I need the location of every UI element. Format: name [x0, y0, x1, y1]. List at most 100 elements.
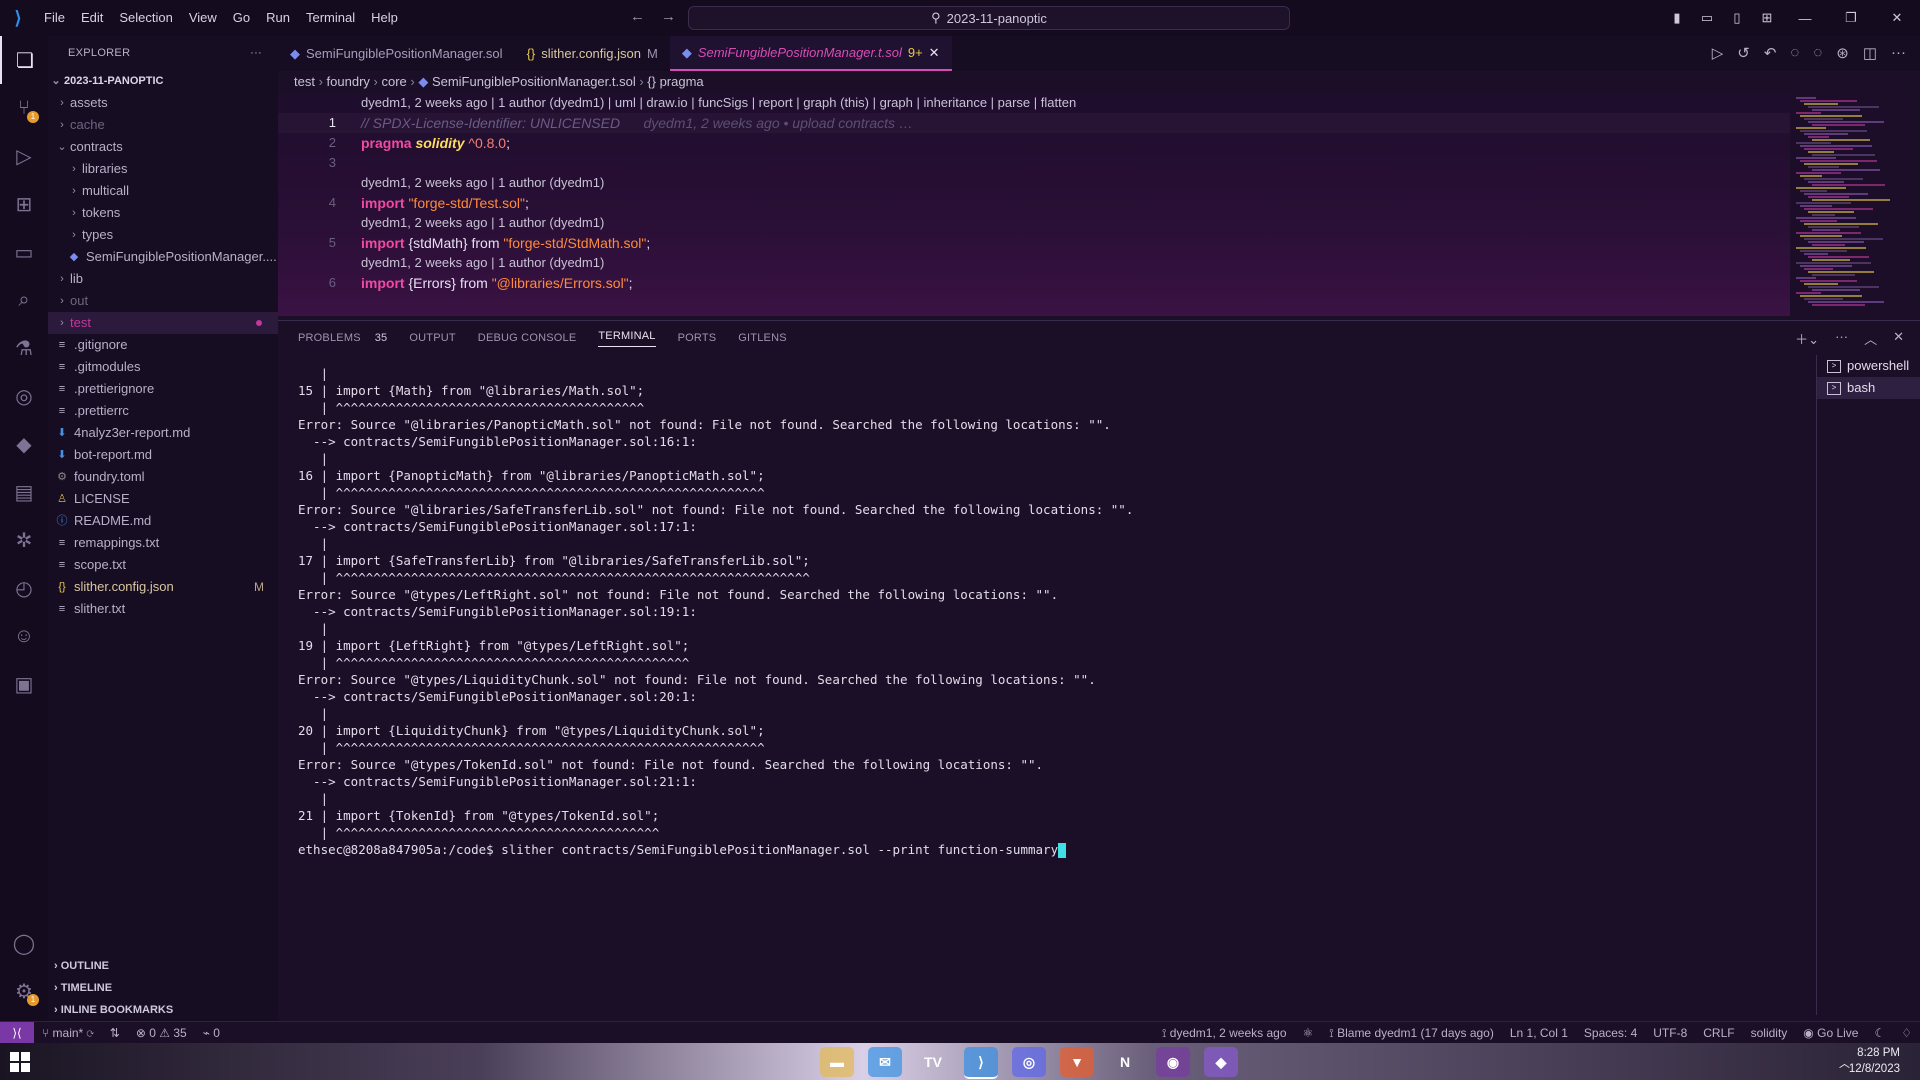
panel-tab-output[interactable]: OUTPUT: [409, 332, 455, 344]
go-back-icon[interactable]: ↶: [1764, 44, 1777, 62]
codelens[interactable]: dyedm1, 2 weeks ago | 1 author (dyedm1): [361, 213, 604, 233]
section-timeline[interactable]: › TIMELINE: [48, 977, 278, 999]
folder-icon[interactable]: ▤: [0, 468, 48, 516]
sync-icon[interactable]: ⇅: [102, 1026, 128, 1040]
brave-icon[interactable]: ▼: [1060, 1047, 1094, 1077]
discord-icon[interactable]: ◎: [1012, 1047, 1046, 1077]
codelens[interactable]: dyedm1, 2 weeks ago | 1 author (dyedm1): [361, 173, 604, 193]
testing-icon[interactable]: ⚗: [0, 324, 48, 372]
source-control-icon[interactable]: ⑂ 1: [0, 84, 48, 132]
breadcrumb-item[interactable]: core: [381, 74, 406, 89]
toggle-primary-sidebar-icon[interactable]: ▮: [1662, 10, 1692, 26]
tree-item-test[interactable]: › test: [48, 312, 278, 334]
ports-status[interactable]: ⌁ 0: [195, 1026, 228, 1040]
vscode-icon[interactable]: ⟩: [964, 1047, 998, 1079]
more-actions-icon[interactable]: ···: [1891, 44, 1906, 62]
tree-item-assets[interactable]: › assets: [48, 92, 278, 114]
panel-tab-debug-console[interactable]: DEBUG CONSOLE: [478, 332, 577, 344]
terminal-prompt[interactable]: ethsec@8208a847905a:/code$ slither contr…: [298, 841, 1788, 858]
menu-file[interactable]: File: [36, 0, 73, 36]
tree-item-out[interactable]: › out: [48, 290, 278, 312]
tree-item-semifungiblepositionmanager-[interactable]: ◆ SemiFungiblePositionManager....: [48, 246, 278, 268]
menu-help[interactable]: Help: [363, 0, 406, 36]
remote-explorer-icon[interactable]: ▭: [0, 228, 48, 276]
tree-item-libraries[interactable]: › libraries: [48, 158, 278, 180]
tree-item-slither-config-json[interactable]: {} slither.config.json M: [48, 576, 278, 598]
mail-icon[interactable]: ✉: [868, 1047, 902, 1077]
tree-item--gitmodules[interactable]: ≡ .gitmodules: [48, 356, 278, 378]
tree-item--prettierrc[interactable]: ≡ .prettierrc: [48, 400, 278, 422]
tree-item-remappings-txt[interactable]: ≡ remappings.txt: [48, 532, 278, 554]
tree-item-types[interactable]: › types: [48, 224, 278, 246]
tree-item-multicall[interactable]: › multicall: [48, 180, 278, 202]
section-outline[interactable]: › OUTLINE: [48, 955, 278, 977]
close-panel-icon[interactable]: ✕: [1893, 329, 1904, 348]
tree-item-scope-txt[interactable]: ≡ scope.txt: [48, 554, 278, 576]
tree-item-license[interactable]: ♙ LICENSE: [48, 488, 278, 510]
more-actions-icon[interactable]: ···: [250, 47, 262, 59]
tree-item-lib[interactable]: › lib: [48, 268, 278, 290]
notion-icon[interactable]: N: [1108, 1047, 1142, 1077]
ethereum-icon[interactable]: ◆: [0, 420, 48, 468]
terminal-bash[interactable]: > bash: [1817, 377, 1920, 399]
gitlens-icon[interactable]: ⚛: [1295, 1026, 1322, 1040]
breadcrumb-item[interactable]: test: [294, 74, 315, 89]
customize-layout-icon[interactable]: ⊞: [1752, 10, 1782, 26]
maximize-panel-icon[interactable]: ︿: [1864, 329, 1877, 348]
minimap[interactable]: [1790, 93, 1910, 316]
manage-gear-icon[interactable]: ⚙ 1: [0, 967, 48, 1015]
moon-icon[interactable]: ☾: [1866, 1026, 1893, 1040]
panel-tab-problems[interactable]: PROBLEMS 35: [298, 332, 387, 344]
comments-icon[interactable]: ▣: [0, 660, 48, 708]
problems-status[interactable]: ⊗ 0 ⚠ 35: [128, 1026, 195, 1040]
tree-item-readme-md[interactable]: ⓘ README.md: [48, 510, 278, 532]
tradingview-icon[interactable]: TV: [916, 1047, 950, 1077]
menu-run[interactable]: Run: [258, 0, 298, 36]
tree-item-slither-txt[interactable]: ≡ slither.txt: [48, 598, 278, 620]
next-change-icon[interactable]: ◌: [1813, 44, 1822, 62]
editor-tab-2[interactable]: ◆ SemiFungiblePositionManager.t.sol 9+ ✕: [669, 36, 952, 71]
minimize-button[interactable]: —: [1782, 11, 1828, 26]
tree-item--prettierignore[interactable]: ≡ .prettierignore: [48, 378, 278, 400]
new-terminal-icon[interactable]: ＋⌄: [1795, 329, 1819, 348]
restore-button[interactable]: ❐: [1828, 10, 1874, 26]
toggle-secondary-sidebar-icon[interactable]: ▯: [1722, 10, 1752, 26]
history-icon[interactable]: ↺: [1737, 44, 1750, 62]
breadcrumb-item[interactable]: foundry: [327, 74, 370, 89]
panel-tab-terminal[interactable]: TERMINAL: [598, 330, 656, 347]
menu-selection[interactable]: Selection: [111, 0, 180, 36]
tree-item-bot-report-md[interactable]: ⬇ bot-report.md: [48, 444, 278, 466]
split-editor-icon[interactable]: ◫: [1863, 44, 1877, 62]
codelens[interactable]: dyedm1, 2 weeks ago | 1 author (dyedm1): [361, 253, 604, 273]
blame-status[interactable]: ⟟ Blame dyedm1 (17 days ago): [1321, 1026, 1502, 1041]
branch-status[interactable]: ⑂ main* ⟳: [34, 1026, 102, 1040]
menu-edit[interactable]: Edit: [73, 0, 111, 36]
forward-arrow-icon[interactable]: →: [661, 8, 676, 25]
clock[interactable]: 8:28 PM 12/8/2023: [1849, 1045, 1900, 1077]
extensions-icon[interactable]: ⊞: [0, 180, 48, 228]
editor-tab-1[interactable]: {} slither.config.json M: [515, 36, 670, 71]
run-debug-icon[interactable]: ▷: [0, 132, 48, 180]
end-of-line[interactable]: CRLF: [1695, 1026, 1742, 1040]
gitlens-inspect-icon[interactable]: ⊛: [1836, 44, 1849, 62]
panel-tab-gitlens[interactable]: GITLENS: [738, 332, 786, 344]
close-window-button[interactable]: ✕: [1874, 10, 1920, 26]
menu-go[interactable]: Go: [225, 0, 258, 36]
codelens-top[interactable]: dyedm1, 2 weeks ago | 1 author (dyedm1) …: [361, 93, 1076, 113]
panel-tab-ports[interactable]: PORTS: [678, 332, 717, 344]
editor-tab-0[interactable]: ◆ SemiFungiblePositionManager.sol: [278, 36, 515, 71]
menu-view[interactable]: View: [181, 0, 225, 36]
tree-item-foundry-toml[interactable]: ⚙ foundry.toml: [48, 466, 278, 488]
toggle-panel-icon[interactable]: ▭: [1692, 10, 1722, 26]
chatgpt-icon[interactable]: ✲: [0, 516, 48, 564]
previous-change-icon[interactable]: ◌: [1790, 44, 1799, 62]
tree-item-tokens[interactable]: › tokens: [48, 202, 278, 224]
command-center-search[interactable]: ⚲ 2023-11-panoptic: [688, 6, 1290, 30]
encoding[interactable]: UTF-8: [1645, 1026, 1695, 1040]
tree-item-4nalyz3er-report-md[interactable]: ⬇ 4nalyz3er-report.md: [48, 422, 278, 444]
account-icon[interactable]: ◯: [0, 919, 48, 967]
remote-indicator-icon[interactable]: ⟩⟨: [0, 1022, 34, 1044]
terminal-powershell[interactable]: > powershell: [1817, 355, 1920, 377]
obsidian-icon[interactable]: ◆: [1204, 1047, 1238, 1077]
windows-start-icon[interactable]: [10, 1052, 30, 1072]
